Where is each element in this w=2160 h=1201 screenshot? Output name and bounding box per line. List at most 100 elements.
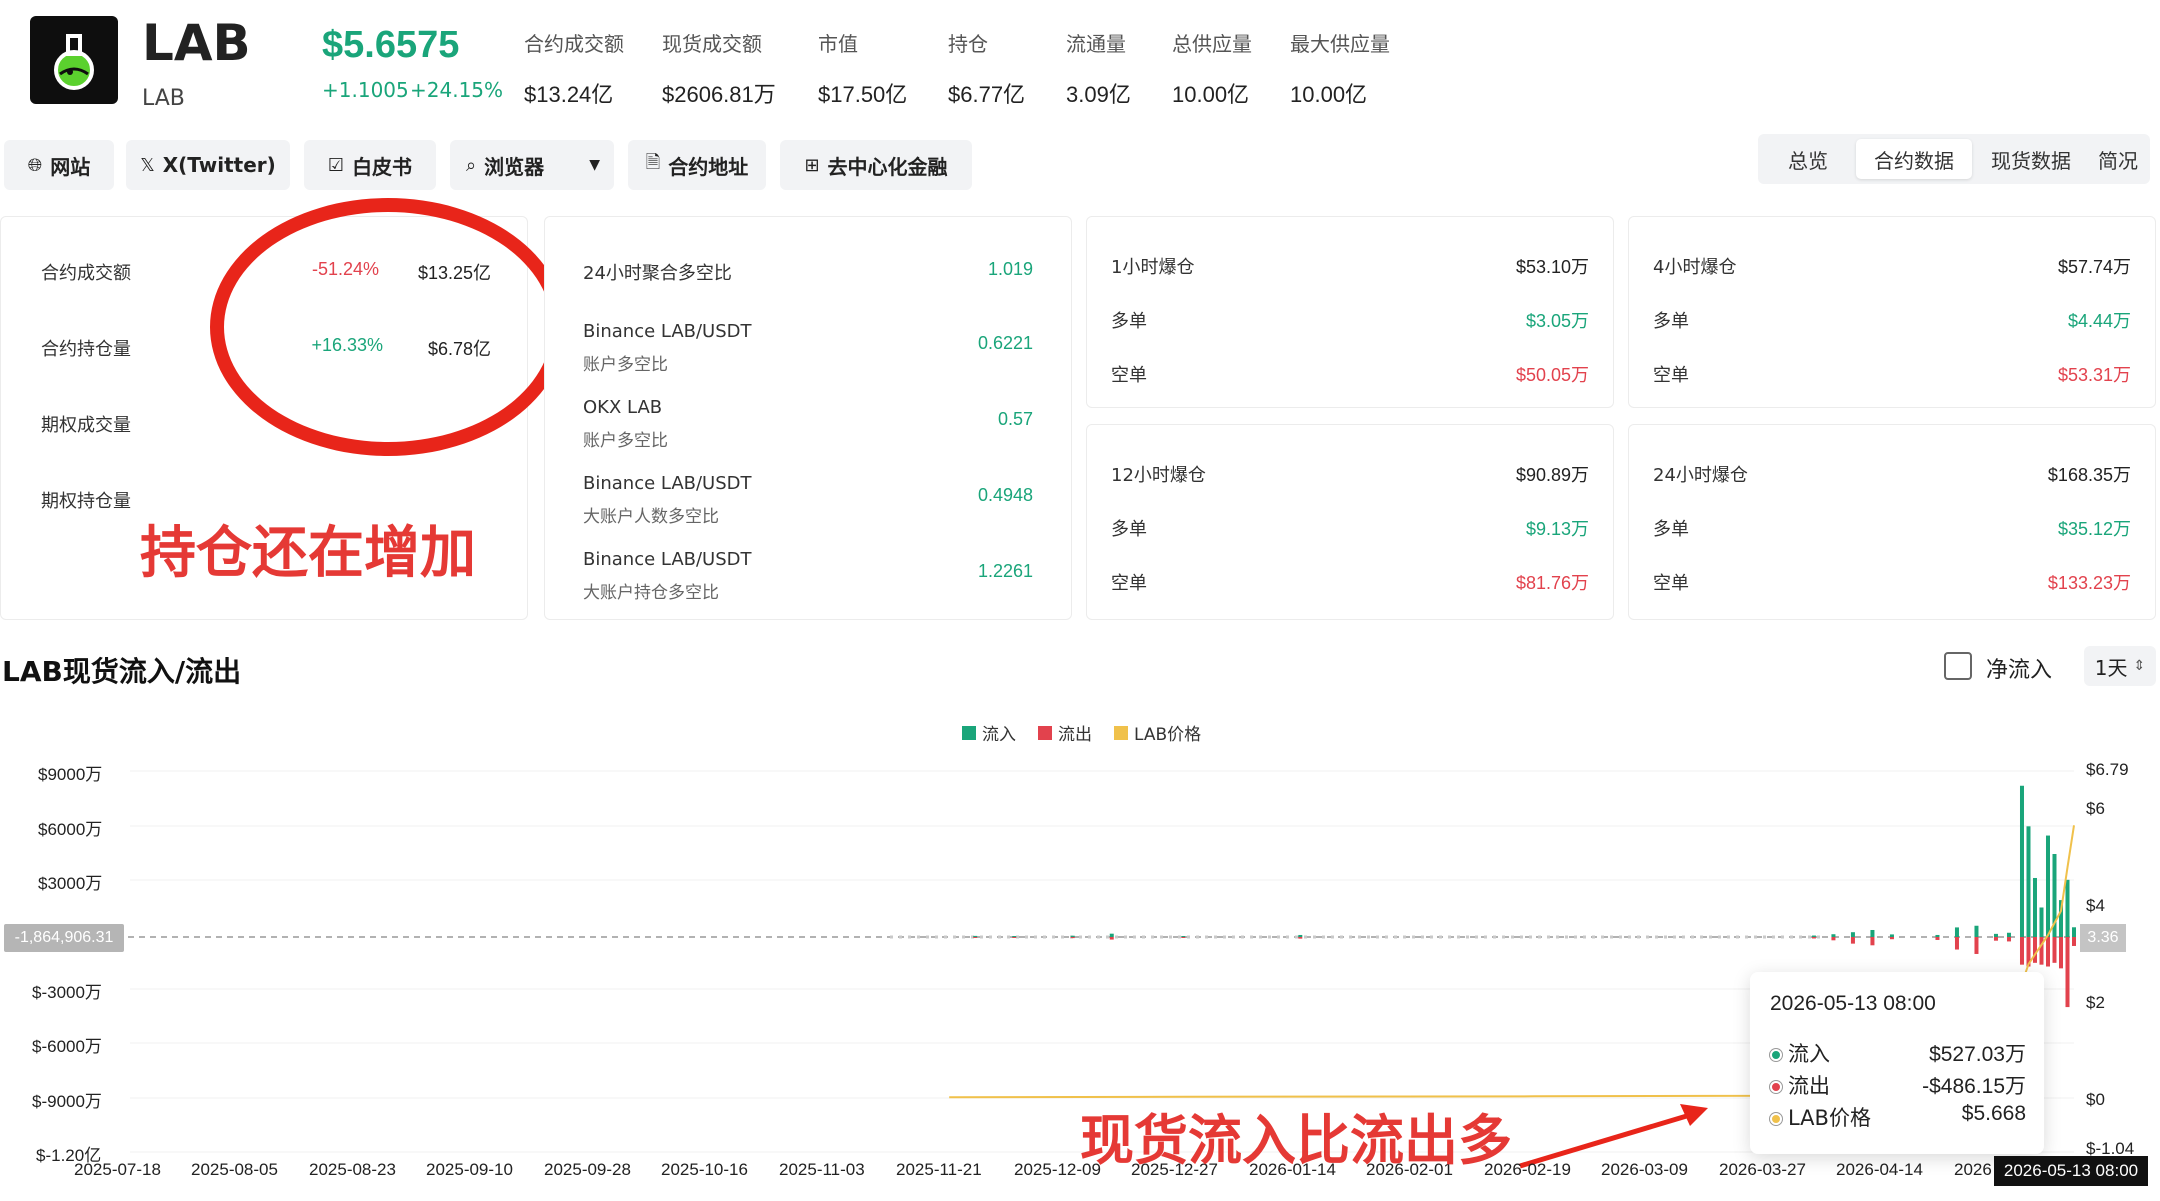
inflow-bar: [1070, 935, 1075, 937]
baseline-tick: [1700, 935, 1703, 939]
x-tick: 2026-04-14: [1836, 1160, 1923, 1179]
baseline-tick: [1133, 935, 1136, 939]
inflow-bar: [1954, 927, 1959, 937]
baseline-tick: [1736, 935, 1739, 939]
baseline-tick: [1457, 935, 1460, 939]
baseline-tick: [1412, 935, 1415, 939]
baseline-tick: [1574, 935, 1577, 939]
baseline-tick: [1448, 935, 1451, 939]
tooltip-row-price: LAB价格 $5.668: [1770, 1102, 2026, 1132]
outflow-bar: [1974, 937, 1979, 954]
baseline-tick: [908, 935, 911, 939]
inflow-bar: [1993, 933, 1998, 937]
baseline-tick: [1025, 935, 1028, 939]
baseline-tick: [1034, 935, 1037, 939]
baseline-tick: [1142, 935, 1145, 939]
outflow-bar: [1870, 937, 1875, 946]
outflow-bar: [2052, 937, 2057, 963]
baseline-tick: [1664, 935, 1667, 939]
baseline-tick: [1268, 935, 1271, 939]
outflow-bar: [1070, 937, 1075, 939]
baseline-tick: [1052, 935, 1055, 939]
baseline-tick: [1799, 935, 1802, 939]
baseline-tick: [1727, 935, 1730, 939]
y-tick-left: $3000万: [38, 874, 103, 893]
baseline-tick: [1061, 935, 1064, 939]
outflow-bar: [2072, 937, 2076, 946]
baseline-tick: [1745, 935, 1748, 939]
inflow-bar: [1811, 935, 1816, 937]
y-tick-left: $-9000万: [32, 1092, 102, 1111]
inflow-bar: [973, 935, 978, 937]
baseline-tick: [962, 935, 965, 939]
y-tick-left: $6000万: [38, 820, 103, 839]
baseline-tick: [1655, 935, 1658, 939]
baseline-tick: [1304, 935, 1307, 939]
outflow-bar: [1298, 937, 1303, 939]
crosshair-date-badge: 2026-05-13 08:00: [1994, 1156, 2148, 1186]
baseline-tick: [1781, 935, 1784, 939]
baseline-tick: [1718, 935, 1721, 939]
annotation-arrow-line: [1519, 1109, 1701, 1169]
x-tick: 2025-09-10: [426, 1160, 513, 1179]
baseline-tick: [1187, 935, 1190, 939]
baseline-tick: [1277, 935, 1280, 939]
tooltip-dot: [1770, 1049, 1782, 1061]
inflow-bar: [1109, 933, 1114, 937]
y-tick-right: $0: [2086, 1090, 2105, 1109]
outflow-bar: [1954, 937, 1959, 950]
x-tick: 2025-08-05: [191, 1160, 278, 1179]
baseline-tick: [980, 935, 983, 939]
outflow-bar: [1935, 937, 1940, 940]
x-tick: 2025-11-21: [896, 1160, 982, 1179]
tooltip-row-outflow: 流出 -$486.15万: [1770, 1070, 2026, 1100]
inflow-bar: [2065, 879, 2070, 937]
y-tick-left: $9000万: [38, 765, 103, 784]
baseline-tick: [998, 935, 1001, 939]
baseline-tick: [1205, 935, 1208, 939]
baseline-tick: [1547, 935, 1550, 939]
baseline-tick: [1115, 935, 1118, 939]
outflow-bar: [1109, 937, 1114, 940]
baseline-tick: [1538, 935, 1541, 939]
baseline-tick: [1016, 935, 1019, 939]
baseline-tick: [1502, 935, 1505, 939]
baseline-tick: [1196, 935, 1199, 939]
baseline-tick: [1331, 935, 1334, 939]
baseline-tick: [1484, 935, 1487, 939]
inflow-bar: [1298, 934, 1303, 937]
inflow-bar: [2039, 907, 2044, 937]
baseline-tick: [1520, 935, 1523, 939]
y-tick-left: $-6000万: [32, 1037, 102, 1056]
outflow-bar: [1181, 937, 1186, 938]
baseline-tick: [899, 935, 902, 939]
outflow-bar: [2006, 937, 2011, 942]
baseline-tick: [944, 935, 947, 939]
baseline-tick: [1583, 935, 1586, 939]
baseline-tick: [926, 935, 929, 939]
baseline-tick: [1385, 935, 1388, 939]
baseline-tick: [1232, 935, 1235, 939]
tooltip-value: $5.668: [1961, 1102, 2026, 1125]
x-tick: 2025-07-18: [74, 1160, 161, 1179]
baseline-tick: [1313, 935, 1316, 939]
x-tick: 2025-10-16: [661, 1160, 748, 1179]
y-tick-right: $6.79: [2086, 760, 2129, 779]
annotation-flow-text: 现货流入比流出多: [1080, 1109, 1512, 1172]
baseline-tick: [1214, 935, 1217, 939]
y-tick-right: $2: [2086, 993, 2105, 1012]
baseline-tick: [1106, 935, 1109, 939]
inflow-bar: [1831, 934, 1836, 937]
tooltip-dot: [1770, 1081, 1782, 1093]
baseline-tick: [1628, 935, 1631, 939]
x-tick: 2026: [1954, 1160, 1992, 1179]
x-tick: 2026-03-27: [1719, 1160, 1806, 1179]
outflow-bar: [1889, 937, 1894, 940]
baseline-tick: [1817, 935, 1820, 939]
baseline-tick: [1619, 935, 1622, 939]
outflow-bar: [1993, 937, 1998, 941]
baseline-tick: [1349, 935, 1352, 939]
inflow-bar: [1870, 929, 1875, 937]
y-tick-left: $-3000万: [32, 983, 102, 1002]
outflow-bar: [1831, 937, 1836, 941]
